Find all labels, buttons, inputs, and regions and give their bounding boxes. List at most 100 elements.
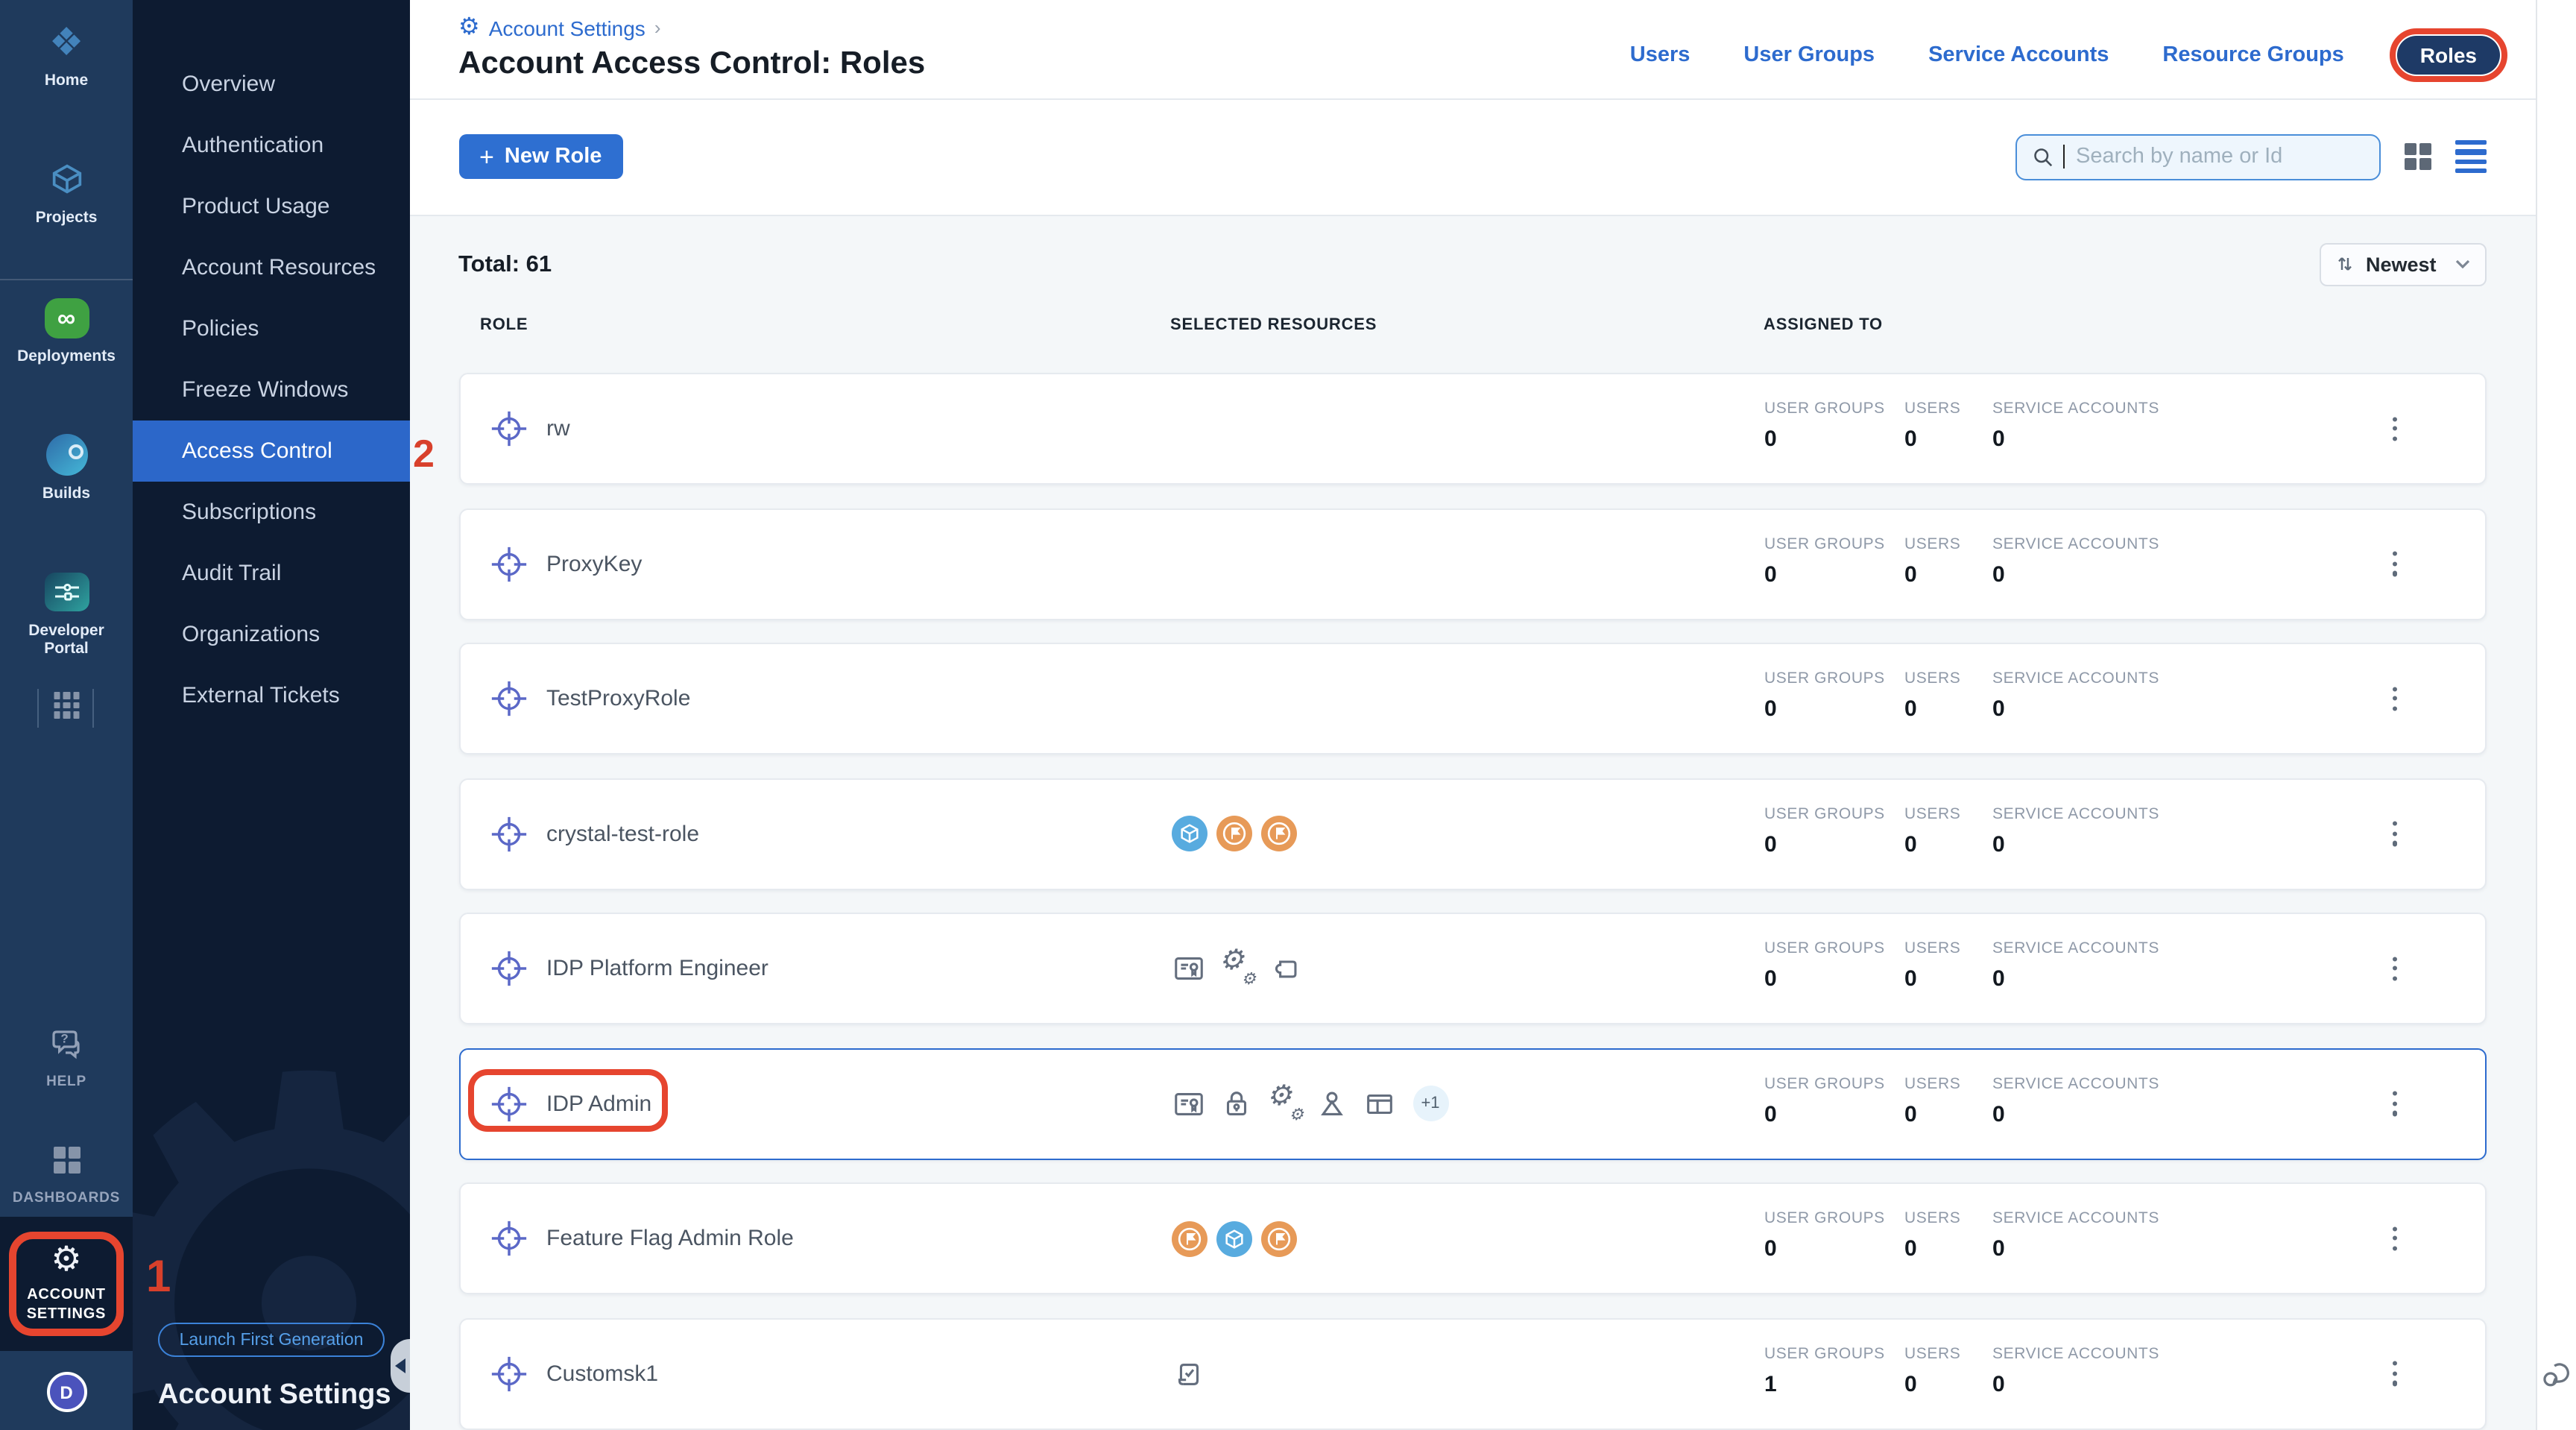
breadcrumb-separator-icon: › [654,16,661,39]
selected-resources [1171,779,1296,888]
support-chat-icon[interactable] [2540,1357,2575,1391]
chevron-down-icon [2455,259,2470,268]
sort-dropdown[interactable]: Newest [2320,242,2487,286]
user-groups-count: 0 [1764,426,1904,452]
role-name: ProxyKey [546,551,642,576]
service-accounts-count: 0 [1992,426,2186,452]
main-content: Account Settings › Account Access Contro… [409,0,2535,1430]
launch-first-generation-button[interactable]: Launch First Generation [158,1323,385,1357]
account-settings-label: ACCOUNT SETTINGS [0,1285,133,1324]
menu-item-account-resources[interactable]: Account Resources [133,237,409,298]
sidebar-item-deployments[interactable]: Deployments [0,294,133,365]
menu-item-product-usage[interactable]: Product Usage [133,176,409,237]
plus-icon: + [479,144,494,169]
deployments-icon [0,294,133,341]
role-cell: IDP Admin [488,1049,651,1158]
sidebar-item-developer-portal[interactable]: Developer Portal [0,568,133,658]
row-menu-button[interactable] [2386,680,2403,716]
menu-item-access-control[interactable]: Access Control [133,421,409,482]
toolbar: + New Role [409,99,2535,215]
module-picker-button[interactable] [0,686,133,731]
user-groups-count: 0 [1764,966,1904,992]
tab-roles[interactable]: Roles [2398,36,2499,75]
role-row[interactable]: rw USER GROUPS0 USERS0 SERVICE ACCOUNTS0 [458,373,2487,485]
service-accounts-count: 0 [1992,561,2186,587]
menu-item-audit-trail[interactable]: Audit Trail [133,543,409,604]
service-accounts-count: 0 [1992,1371,2186,1396]
tab-service-accounts[interactable]: Service Accounts [1928,43,2109,67]
menu-item-policies[interactable]: Policies [133,298,409,359]
rail-tick [92,689,94,728]
sidebar-item-dashboards[interactable]: DASHBOARDS [0,1136,133,1208]
menu-item-overview[interactable]: Overview [133,54,409,115]
new-role-button[interactable]: + New Role [458,134,622,179]
role-row[interactable]: Feature Flag Admin Role USER GROUPS0 USE… [458,1182,2487,1294]
service-accounts-count: 0 [1992,831,2186,857]
users-count: 0 [1904,966,1992,992]
tab-user-groups[interactable]: User Groups [1743,43,1875,67]
menu-item-subscriptions[interactable]: Subscriptions [133,482,409,543]
sidebar-title: Account Settings [158,1379,391,1412]
row-menu-button[interactable] [2386,950,2403,986]
sidebar-item-help[interactable]: ? HELP [0,1020,133,1092]
row-menu-button[interactable] [2386,1220,2403,1256]
assigned-to: USER GROUPS0 USERS0 SERVICE ACCOUNTS0 [1764,535,2186,587]
row-menu-button[interactable] [2386,545,2403,582]
role-row[interactable]: TestProxyRole USER GROUPS0 USERS0 SERVIC… [458,643,2487,755]
users-count: 0 [1904,426,1992,452]
sidebar-item-account-settings[interactable]: ACCOUNT SETTINGS [0,1217,133,1351]
roles-list-panel: Total: 61 Newest ROLE SELECTED RESOURCES… [409,215,2535,1430]
role-row[interactable]: crystal-test-role USER GROUPS0 USERS0 SE… [458,778,2487,889]
row-menu-button[interactable] [2386,1085,2403,1121]
dashboards-icon [0,1136,133,1184]
row-menu-button[interactable] [2386,1355,2403,1391]
menu-item-organizations[interactable]: Organizations [133,604,409,665]
role-cell: rw [488,374,570,483]
user-groups-count: 0 [1764,1236,1904,1262]
breadcrumb-link[interactable]: Account Settings [489,16,645,40]
assigned-to: USER GROUPS0 USERS0 SERVICE ACCOUNTS0 [1764,1074,2186,1127]
selected-resources: +1 [1171,1049,1448,1158]
role-row[interactable]: Customsk1 USER GROUPS1 USERS0 SERVICE AC… [458,1317,2487,1429]
column-assigned-to: ASSIGNED TO [1764,315,1883,333]
text-cursor [2062,145,2064,168]
sort-value: Newest [2366,253,2437,275]
builds-icon [0,431,133,479]
grid-view-toggle[interactable] [2404,143,2431,171]
role-row[interactable]: IDP Platform Engineer USER GROUPS0 USERS… [458,913,2487,1024]
row-menu-button[interactable] [2386,410,2403,447]
service-accounts-count: 0 [1992,966,2186,992]
certificate-icon [1171,1086,1205,1121]
tab-users[interactable]: Users [1630,43,1690,67]
menu-item-freeze-windows[interactable]: Freeze Windows [133,359,409,421]
user-groups-count: 0 [1764,1101,1904,1127]
column-selected-resources: SELECTED RESOURCES [1170,315,1377,333]
role-cell: IDP Platform Engineer [488,914,768,1023]
search-box[interactable] [2015,133,2380,180]
help-icon: ? [0,1020,133,1068]
page-title: Account Access Control: Roles [458,46,925,82]
gears-icon [1266,1086,1301,1121]
role-row[interactable]: IDP Admin +1 USER GROUPS0 USERS0 SERVICE… [458,1048,2487,1159]
role-target-icon [488,1083,528,1124]
tab-resource-groups[interactable]: Resource Groups [2162,43,2343,67]
row-menu-button[interactable] [2386,815,2403,851]
avatar[interactable]: D [46,1372,86,1412]
sidebar-item-builds[interactable]: Builds [0,431,133,503]
assigned-to: USER GROUPS0 USERS0 SERVICE ACCOUNTS0 [1764,670,2186,722]
menu-item-external-tickets[interactable]: External Tickets [133,665,409,726]
flag-orange-icon [1260,816,1296,851]
role-row[interactable]: ProxyKey USER GROUPS0 USERS0 SERVICE ACC… [458,508,2487,620]
menu-item-authentication[interactable]: Authentication [133,115,409,176]
sidebar-item-projects[interactable]: Projects [0,155,133,227]
module-grid-icon [54,692,80,718]
table-header: ROLE SELECTED RESOURCES ASSIGNED TO [409,315,2535,336]
flag-orange-icon [1260,1220,1296,1256]
person-icon [1314,1086,1348,1121]
cube-blue-icon [1216,1220,1251,1256]
sidebar-item-home[interactable]: Home [0,18,133,89]
service-accounts-count: 0 [1992,1101,2186,1127]
list-view-toggle[interactable] [2455,139,2487,173]
breadcrumb[interactable]: Account Settings › [458,15,661,40]
search-input[interactable] [2073,143,2364,170]
